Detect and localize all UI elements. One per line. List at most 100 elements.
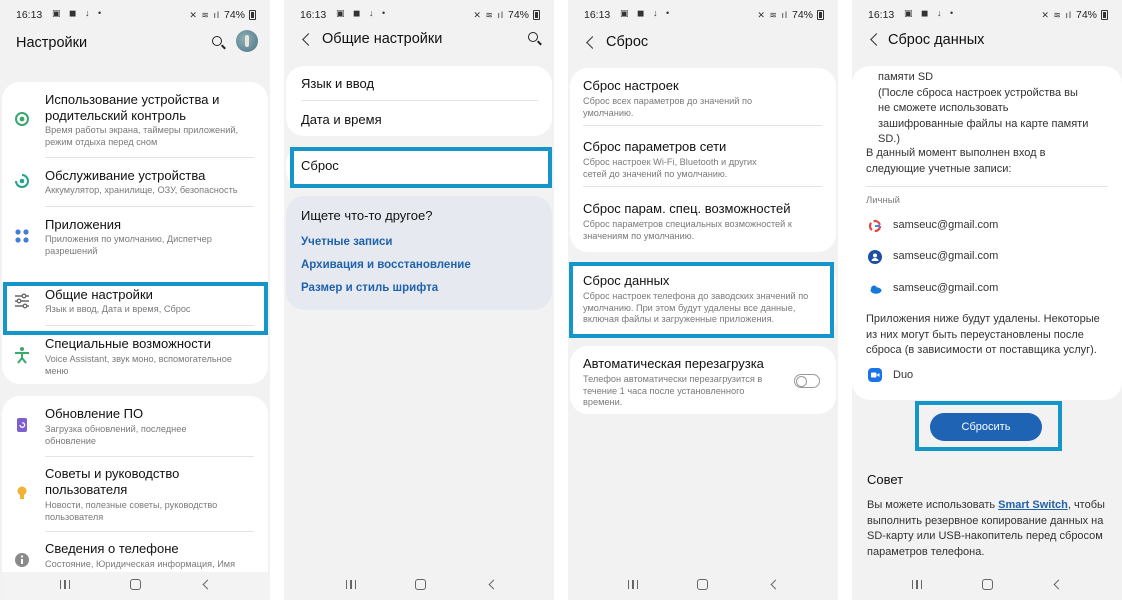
recents-icon[interactable] (912, 580, 922, 589)
back-nav-icon[interactable] (202, 579, 213, 590)
settings-item-title[interactable]: Советы и руководство пользователя (45, 466, 245, 498)
settings-item-subtitle: Новости, полезные советы, руководство по… (45, 500, 218, 522)
avatar[interactable] (236, 30, 258, 52)
settings-item-title[interactable]: Обслуживание устройства (45, 168, 255, 184)
divider (583, 125, 822, 126)
onedrive-cloud-icon (868, 282, 882, 296)
link-font-size[interactable]: Размер и стиль шрифта (301, 282, 438, 294)
status-time: 16:13 (16, 9, 43, 21)
recents-icon[interactable] (60, 580, 70, 589)
settings-item-subtitle: Время работы экрана, таймеры приложений,… (45, 125, 239, 147)
reset-option-title[interactable]: Автоматическая перезагрузка (583, 356, 764, 372)
settings-card-2: Обновление ПО Загрузка обновлений, после… (2, 396, 268, 600)
page-title: Сброс (606, 34, 649, 50)
software-update-icon (13, 416, 31, 434)
home-icon[interactable] (982, 579, 993, 590)
search-icon[interactable] (528, 32, 538, 42)
battery-percent: 74% (1075, 9, 1097, 21)
recents-icon[interactable] (628, 580, 638, 589)
menu-item-language[interactable]: Язык и ввод (301, 76, 374, 92)
back-arrow-icon[interactable] (870, 33, 883, 46)
notification-icons: ▣ ◼ ↓ • (52, 8, 105, 18)
home-icon[interactable] (130, 579, 141, 590)
apps-grid-icon (13, 227, 31, 245)
sd-card-note: памяти SD (После сброса настроек устройс… (878, 71, 1089, 145)
back-arrow-icon[interactable] (302, 33, 315, 46)
menu-item-datetime[interactable]: Дата и время (301, 112, 382, 128)
divider (45, 157, 254, 158)
status-time: 16:13 (300, 9, 327, 21)
samsung-account-icon (868, 250, 882, 264)
reset-option-subtitle: Сброс всех параметров до значений по умо… (583, 96, 753, 118)
accounts-intro: В данный момент выполнен вход в следующи… (866, 147, 1046, 175)
accessibility-icon (13, 346, 31, 364)
divider (866, 186, 1108, 187)
recents-icon[interactable] (346, 580, 356, 589)
battery-icon (533, 10, 540, 20)
settings-item-title[interactable]: Сведения о телефоне (45, 541, 255, 557)
battery-percent: 74% (507, 9, 529, 21)
tip-title: Совет (867, 472, 904, 487)
tips-bulb-icon (13, 484, 31, 502)
page-title: Настройки (16, 35, 88, 51)
back-nav-icon[interactable] (770, 579, 781, 590)
settings-item-title[interactable]: Обновление ПО (45, 406, 255, 422)
link-backup[interactable]: Архивация и восстановление (301, 259, 471, 271)
reset-option-subtitle: Сброс параметров специальных возможносте… (583, 219, 792, 241)
phone-screen-reset: 16:13 ▣ ◼ ↓ • ✕ ≋ ıl 74% Сброс Сброс наст… (568, 0, 838, 600)
battery-icon (1101, 10, 1108, 20)
settings-card-1: Использование устройства и родительский … (2, 82, 268, 384)
home-icon[interactable] (415, 579, 426, 590)
signal-icons: ✕ ≋ ıl (189, 9, 220, 20)
nav-bar (568, 572, 838, 600)
search-icon[interactable] (212, 36, 222, 46)
settings-item-title[interactable]: Приложения (45, 217, 255, 233)
highlight-frame (569, 262, 834, 338)
divider (45, 531, 254, 532)
signal-icons: ✕ ≋ ıl (1041, 9, 1072, 20)
nav-bar (0, 572, 270, 600)
divider (45, 206, 254, 207)
phone-screen-settings: 16:13 ▣ ◼ ↓ • ✕ ≋ ıl 74% Настройки Исполь… (0, 0, 270, 600)
page-title: Общие настройки (322, 31, 443, 47)
phone-screen-factory-reset: 16:13 ▣ ◼ ↓ • ✕ ≋ ıl 74% Сброс данных пам… (852, 0, 1122, 600)
reset-option-subtitle: Сброс настроек Wi-Fi, Bluetooth и других… (583, 157, 757, 179)
smart-switch-link[interactable]: Smart Switch (998, 499, 1068, 511)
battery-icon (249, 10, 256, 20)
reset-options-card: Сброс настроек Сброс всех параметров до … (570, 68, 836, 252)
account-email: samseuc@gmail.com (893, 219, 999, 231)
phone-screen-general: 16:13 ▣ ◼ ↓ • ✕ ≋ ıl 74% Общие настройки … (284, 0, 554, 600)
highlight-frame (915, 401, 1062, 451)
reset-option-subtitle: Телефон автоматически перезагрузится в т… (583, 374, 763, 407)
notification-icons: ▣ ◼ ↓ • (336, 8, 389, 18)
battery-icon (817, 10, 824, 20)
factory-reset-info-card: памяти SD (После сброса настроек устройс… (852, 66, 1122, 400)
reset-option-title[interactable]: Сброс настроек (583, 78, 679, 94)
apps-removal-note: Приложения ниже будут удалены. Некоторые… (866, 313, 1100, 356)
settings-item-title[interactable]: Использование устройства и родительский … (45, 92, 255, 124)
reset-option-title[interactable]: Сброс параметров сети (583, 139, 726, 155)
app-name: Duo (893, 369, 914, 381)
status-bar: 16:13 ▣ ◼ ↓ • ✕ ≋ ıl 74% (284, 0, 554, 28)
divider (301, 100, 538, 101)
settings-item-subtitle: Состояние, Юридическая информация, Имя (45, 559, 236, 569)
tip-text: Вы можете использовать Smart Switch, что… (867, 498, 1112, 560)
link-accounts[interactable]: Учетные записи (301, 236, 393, 248)
home-icon[interactable] (697, 579, 708, 590)
divider (45, 456, 254, 457)
tip-prefix: Вы можете использовать (867, 499, 999, 511)
status-bar: 16:13 ▣ ◼ ↓ • ✕ ≋ ıl 74% (0, 0, 270, 28)
suggestions-title: Ищете что-то другое? (301, 208, 433, 223)
personal-label: Личный (866, 195, 900, 206)
maintenance-icon (13, 172, 31, 190)
highlight-frame (3, 282, 268, 335)
back-nav-icon[interactable] (488, 579, 499, 590)
back-nav-icon[interactable] (1053, 579, 1064, 590)
auto-restart-toggle[interactable] (794, 374, 820, 388)
reset-option-title[interactable]: Сброс парам. спец. возможностей (583, 201, 833, 217)
settings-item-title[interactable]: Специальные возможности (45, 336, 255, 352)
status-time: 16:13 (868, 9, 895, 21)
highlight-frame (290, 147, 552, 188)
back-arrow-icon[interactable] (586, 36, 599, 49)
divider (583, 186, 822, 187)
